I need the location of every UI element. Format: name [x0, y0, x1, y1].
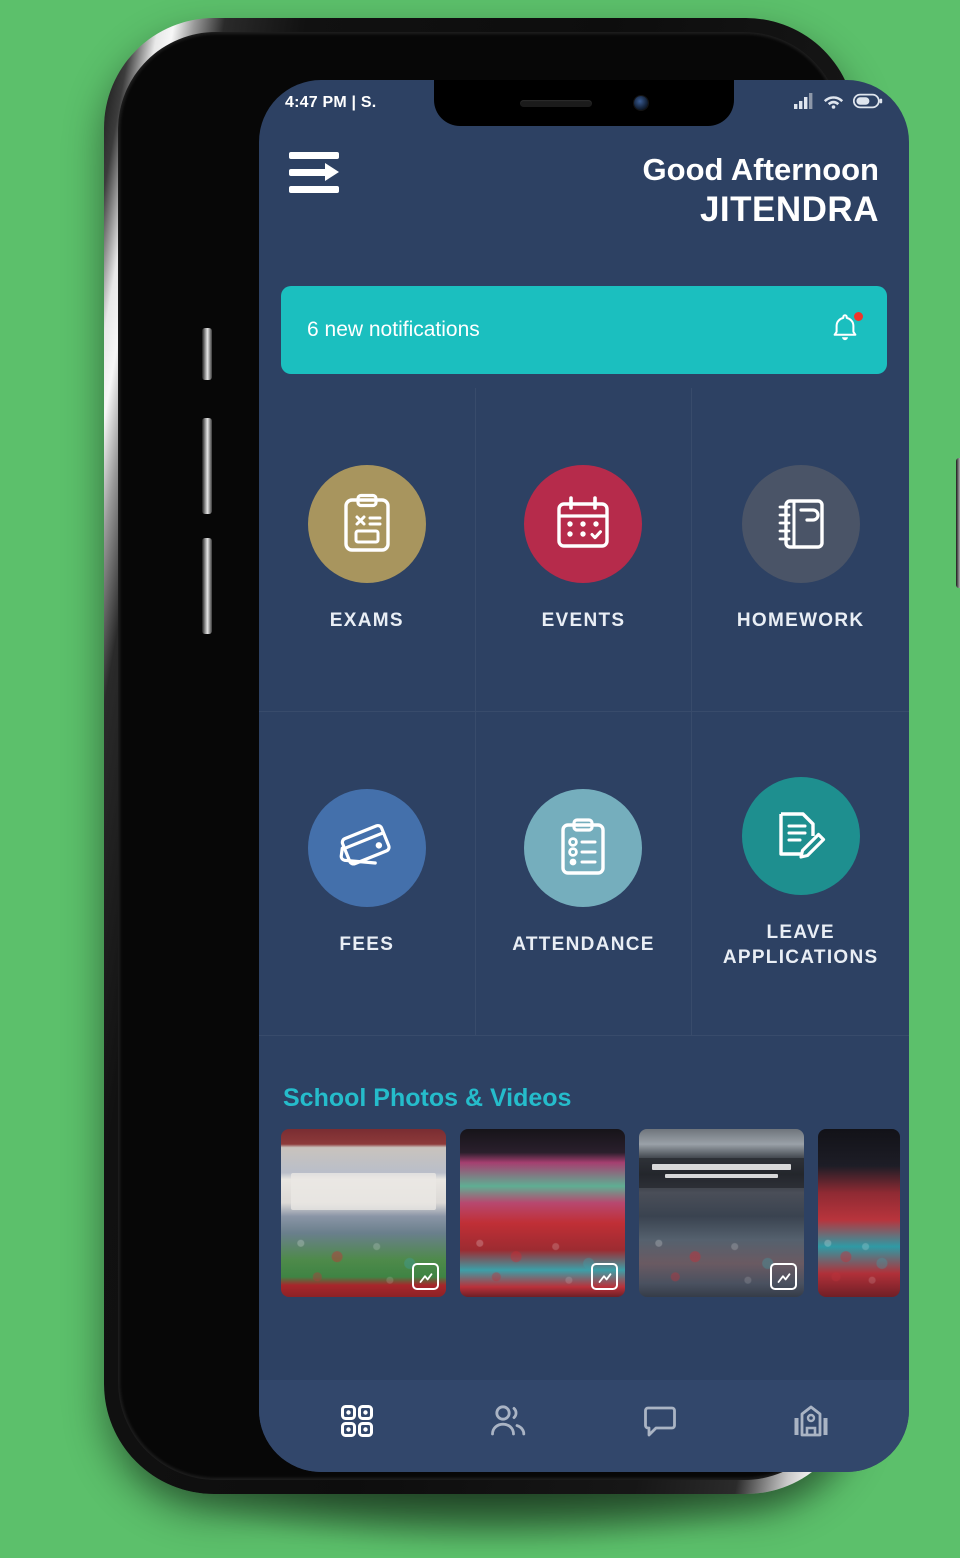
tile-label: FEES: [339, 934, 395, 956]
volume-up-button[interactable]: [202, 418, 212, 514]
menu-arrow-icon: [325, 163, 339, 181]
photo-thumbnail[interactable]: [818, 1129, 900, 1297]
tile-exams[interactable]: EXAMS: [259, 388, 476, 712]
menu-bar-bottom: [289, 186, 339, 193]
shortcut-grid: EXAMS EVENTS HOMEWORK FEES ATTENDANCE LE…: [259, 388, 909, 1036]
credit-cards-icon: [339, 824, 391, 866]
people-icon: [491, 1405, 526, 1436]
menu-bar-top: [289, 152, 339, 159]
homework-icon-circle: [741, 465, 860, 584]
tile-events[interactable]: EVENTS: [475, 388, 693, 712]
device-notch: [434, 80, 734, 126]
school-photos-section: School Photos & Videos: [259, 1040, 909, 1297]
phone-screen: 4:47 PM | S. Good Afternoon JITENDRA 6 n…: [259, 80, 909, 1472]
exams-icon-circle: [307, 465, 426, 584]
nav-item-messages[interactable]: [624, 1393, 696, 1449]
image-badge-icon: [412, 1263, 439, 1290]
photo-thumbnail[interactable]: [281, 1129, 446, 1297]
user-name: JITENDRA: [699, 189, 879, 229]
front-camera-icon: [634, 96, 648, 110]
notebook-icon: [778, 499, 824, 550]
menu-bar-middle: [289, 169, 327, 176]
tile-label: EXAMS: [329, 610, 404, 632]
tile-label: EVENTS: [541, 610, 626, 632]
attendance-icon-circle: [524, 789, 643, 908]
wifi-icon: [823, 93, 844, 114]
document-pencil-icon: [778, 812, 825, 859]
bottom-navigation-bar: [259, 1380, 909, 1472]
notification-badge-dot: [854, 312, 863, 321]
status-time: 4:47 PM | S.: [285, 94, 377, 111]
calendar-icon: [557, 496, 610, 549]
nav-item-school[interactable]: [775, 1393, 847, 1449]
photo-strip[interactable]: [259, 1129, 909, 1297]
tile-fees[interactable]: FEES: [259, 712, 476, 1036]
mute-switch[interactable]: [202, 328, 212, 380]
screenshot-stage: 4:47 PM | S. Good Afternoon JITENDRA 6 n…: [0, 0, 960, 1558]
greeting-text: Good Afternoon: [642, 152, 879, 187]
photo-thumbnail[interactable]: [639, 1129, 804, 1297]
photo-thumbnail[interactable]: [460, 1129, 625, 1297]
notification-banner[interactable]: 6 new notifications: [281, 286, 887, 374]
hamburger-menu-icon[interactable]: [289, 152, 339, 194]
image-badge-icon: [591, 1263, 618, 1290]
signal-icon: [794, 92, 814, 114]
nav-item-students[interactable]: [472, 1393, 544, 1449]
tile-attendance[interactable]: ATTENDANCE: [475, 712, 693, 1036]
power-button[interactable]: [956, 458, 960, 588]
app-header: Good Afternoon JITENDRA: [259, 126, 909, 276]
tile-label: LEAVE APPLICATIONS: [722, 922, 879, 968]
greeting-block: Good Afternoon JITENDRA: [289, 148, 879, 230]
image-badge-icon: [770, 1263, 797, 1290]
tile-leave-applications[interactable]: LEAVE APPLICATIONS: [692, 712, 909, 1036]
volume-down-button[interactable]: [202, 538, 212, 634]
grid-dashboard-icon: [340, 1405, 373, 1437]
earpiece-speaker-icon: [520, 99, 592, 107]
school-building-icon: [794, 1405, 828, 1437]
events-icon-circle: [524, 465, 643, 584]
tile-label: HOMEWORK: [736, 610, 865, 632]
leave-applications-icon-circle: [741, 777, 860, 896]
fees-icon-circle: [307, 789, 426, 908]
section-title: School Photos & Videos: [283, 1084, 572, 1112]
phone-frame: 4:47 PM | S. Good Afternoon JITENDRA 6 n…: [104, 18, 960, 1494]
chat-bubble-icon: [643, 1406, 676, 1437]
bell-icon[interactable]: [831, 312, 863, 347]
tile-label: ATTENDANCE: [512, 934, 655, 956]
tile-homework[interactable]: HOMEWORK: [692, 388, 909, 712]
checklist-clipboard-icon: [561, 818, 606, 876]
battery-icon: [852, 93, 883, 114]
nav-item-dashboard[interactable]: [321, 1393, 393, 1449]
clipboard-exam-icon: [344, 494, 390, 553]
notification-text: 6 new notifications: [307, 318, 480, 341]
photo-detail-overlay: [818, 1129, 900, 1297]
